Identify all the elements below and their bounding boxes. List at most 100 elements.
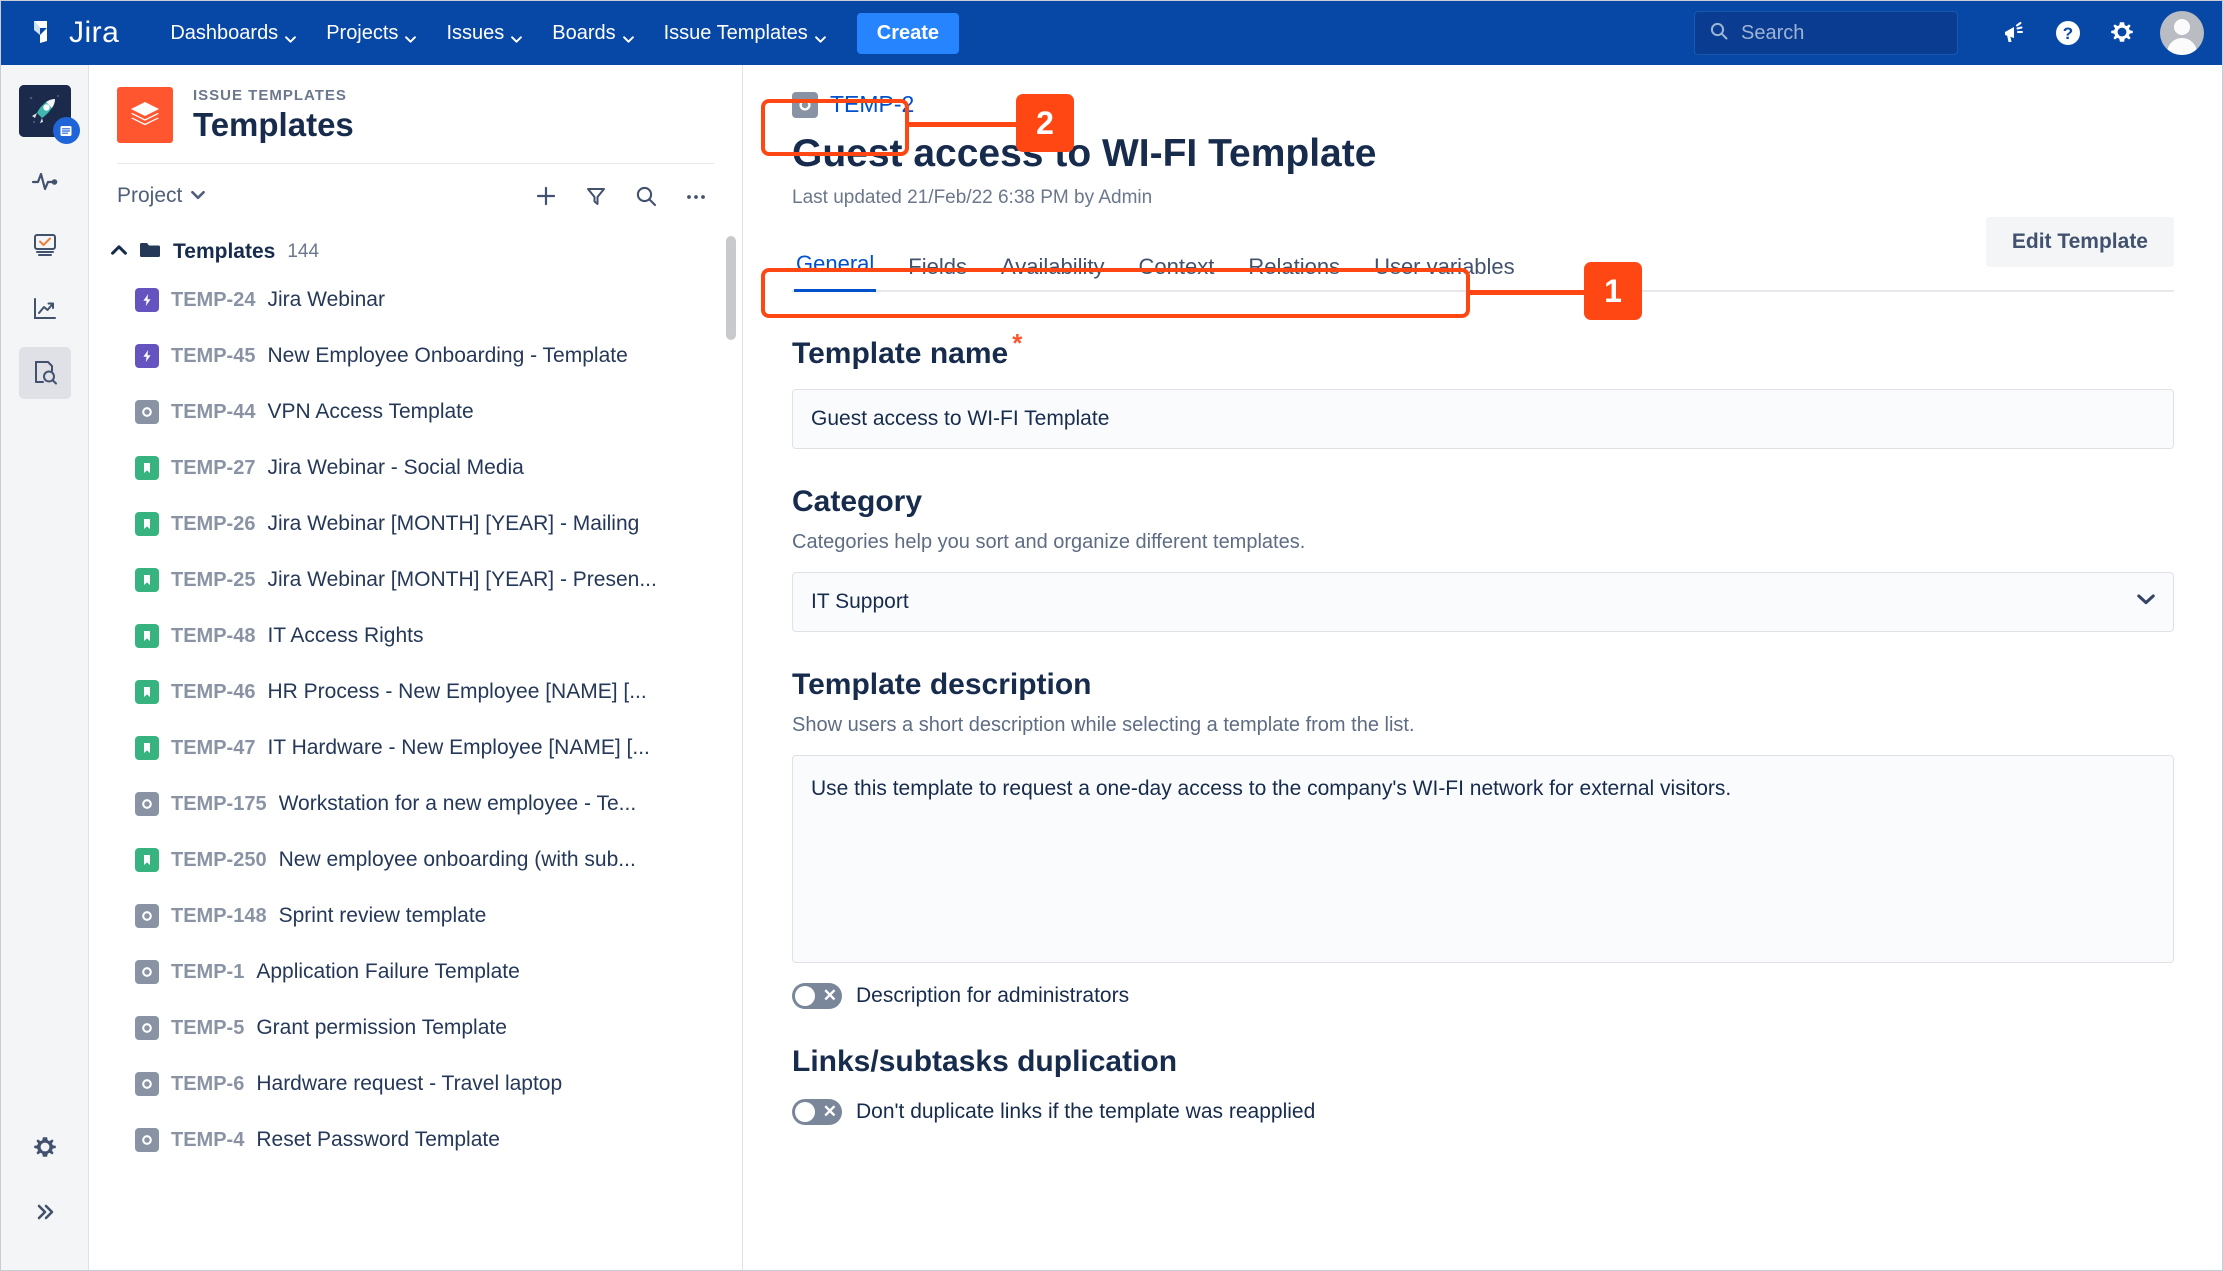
issue-type-story-icon [135,736,159,761]
group-count: 144 [287,241,320,263]
template-description-textarea[interactable]: Use this template to request a one-day a… [792,754,2174,963]
issue-type-story-icon [135,512,159,537]
project-avatar-rocket[interactable] [18,85,80,144]
jira-logo[interactable]: Jira [27,17,119,49]
template-key: TEMP-250 [171,848,267,871]
reports-icon[interactable] [19,283,71,335]
template-list-item[interactable]: TEMP-175 Workstation for a new employee -… [89,776,742,832]
duplicate-links-row: ✕ Don't duplicate links if the template … [792,1098,2174,1125]
template-key: TEMP-24 [171,288,256,311]
template-name-input[interactable]: Guest access to WI-FI Template [792,388,2174,449]
nav-boards[interactable]: Boards [539,13,646,54]
help-icon[interactable]: ? [2044,9,2092,57]
chevron-down-icon [405,28,417,43]
issue-key-link[interactable]: TEMP-2 [830,91,914,118]
more-options-icon[interactable] [678,178,714,214]
template-list-item[interactable]: TEMP-44 VPN Access Template [89,384,742,440]
template-tabs: General Fields Availability Context Relation… [792,243,2174,292]
filter-icon[interactable] [578,178,614,214]
activity-pulse-icon[interactable] [19,155,71,207]
templates-sidebar: ISSUE TEMPLATES Templates Project Templa… [89,65,743,1270]
annotation-badge-1-number: 1 [1604,272,1622,309]
template-list-item[interactable]: TEMP-25 Jira Webinar [MONTH] [YEAR] - Pre… [89,552,742,608]
template-summary: IT Hardware - New Employee [NAME] [... [267,736,650,760]
template-list-item[interactable]: TEMP-250 New employee onboarding (with su… [89,832,742,888]
issue-type-task-icon [135,400,159,425]
template-key: TEMP-48 [171,624,256,647]
template-list-item[interactable]: TEMP-1 Application Failure Template [89,944,742,1000]
toggle-knob [795,985,815,1006]
avatar-head [2174,19,2190,35]
template-list-item[interactable]: TEMP-26 Jira Webinar [MONTH] [YEAR] - Mai… [89,496,742,552]
chevron-down-icon [814,28,826,43]
nav-issue-templates[interactable]: Issue Templates [651,13,839,54]
nav-issues[interactable]: Issues [433,13,535,54]
project-filter-dropdown[interactable]: Project [117,184,206,208]
description-for-admins-toggle[interactable]: ✕ [792,982,842,1009]
expand-sidebar-icon[interactable] [19,1186,71,1238]
sidebar-scrollbar[interactable] [726,236,736,341]
issue-key-chip[interactable]: TEMP-2 [792,91,2174,118]
issue-type-story-icon [135,624,159,649]
template-summary: New Employee Onboarding - Template [267,344,628,368]
issue-type-task-icon [135,904,159,929]
template-description-helper-text: Show users a short description while sel… [792,713,1415,736]
board-icon[interactable] [19,219,71,271]
tab-context[interactable]: Context [1137,248,1217,292]
required-asterisk: * [1012,327,1023,358]
template-key: TEMP-175 [171,792,267,815]
description-for-admins-row: ✕ Description for administrators [792,982,2174,1009]
tab-user-variables[interactable]: User variables [1372,248,1517,292]
template-key: TEMP-4 [171,1128,245,1151]
nav-dashboards[interactable]: Dashboards [157,13,309,54]
template-key: TEMP-5 [171,1016,245,1039]
nav-projects-label: Projects [326,21,399,44]
add-template-icon[interactable] [528,178,564,214]
megaphone-icon[interactable] [1990,9,2038,57]
template-list-item[interactable]: TEMP-45 New Employee Onboarding - Templat… [89,328,742,384]
nav-projects[interactable]: Projects [313,13,429,54]
tab-general[interactable]: General [794,245,877,292]
template-list-item[interactable]: TEMP-5 Grant permission Template [89,1000,742,1056]
page-title: Templates [193,106,354,143]
sidebar-toolbar: Project [89,164,742,224]
sidebar-eyebrow: ISSUE TEMPLATES [193,87,347,104]
create-button[interactable]: Create [856,12,960,54]
settings-gear-icon[interactable] [2098,9,2146,57]
templates-group-header[interactable]: Templates 144 [89,232,742,272]
last-updated-text: Last updated 21/Feb/22 6:38 PM by Admin [792,186,1153,208]
search-input[interactable]: Search [1694,11,1958,55]
tab-availability[interactable]: Availability [999,248,1107,292]
issue-type-epic-icon [135,288,159,313]
issue-type-task-icon [135,1016,159,1041]
template-summary: Sprint review template [278,904,487,928]
template-list-item[interactable]: TEMP-4 Reset Password Template [89,1112,742,1168]
settings-gear-icon[interactable] [19,1122,71,1174]
tab-fields[interactable]: Fields [906,248,969,292]
category-select[interactable]: IT Support [792,571,2174,632]
templates-list: Templates 144 TEMP-24 Jira Webinar TEMP-45… [89,224,742,1270]
jira-logo-text: Jira [69,16,120,49]
avatar[interactable] [2160,11,2204,55]
search-icon[interactable] [628,178,664,214]
template-list-item[interactable]: TEMP-47 IT Hardware - New Employee [NAME]… [89,720,742,776]
nav-right-group: Search ? [1694,9,2204,57]
template-summary: New employee onboarding (with sub... [278,848,636,872]
tab-relations[interactable]: Relations [1246,248,1342,292]
template-list-item[interactable]: TEMP-148 Sprint review template [89,888,742,944]
close-icon: ✕ [822,986,837,1006]
nav-issues-label: Issues [446,21,505,44]
template-list-item[interactable]: TEMP-46 HR Process - New Employee [NAME] … [89,664,742,720]
template-list-item[interactable]: TEMP-6 Hardware request - Travel laptop [89,1056,742,1112]
chevron-down-icon [2137,590,2155,614]
chevron-down-icon [511,28,523,43]
template-summary: Hardware request - Travel laptop [256,1072,563,1096]
template-summary: HR Process - New Employee [NAME] [... [267,680,647,704]
template-list-item[interactable]: TEMP-48 IT Access Rights [89,608,742,664]
links-duplication-heading: Links/subtasks duplication [792,1044,1178,1078]
duplicate-links-toggle[interactable]: ✕ [792,1098,842,1125]
template-list-item[interactable]: TEMP-24 Jira Webinar [89,272,742,328]
issue-templates-search-icon[interactable] [18,347,71,399]
issue-type-task-icon [135,960,159,985]
template-list-item[interactable]: TEMP-27 Jira Webinar - Social Media [89,440,742,496]
